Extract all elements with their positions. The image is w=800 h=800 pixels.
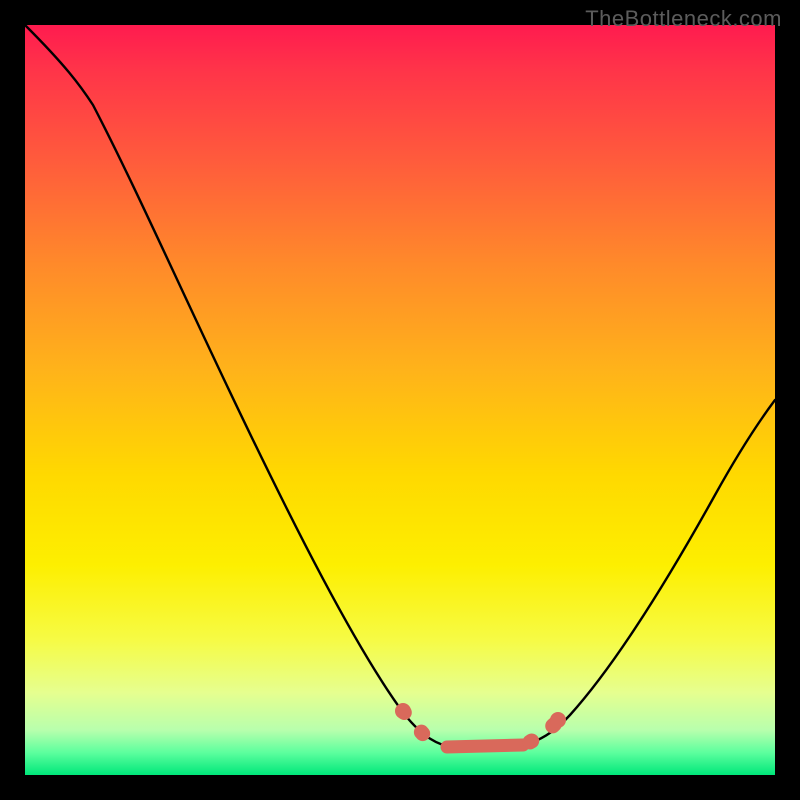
curve-path bbox=[25, 25, 775, 750]
bottleneck-curve bbox=[25, 25, 775, 775]
watermark-label: TheBottleneck.com bbox=[585, 6, 782, 32]
chart-stage: TheBottleneck.com bbox=[0, 0, 800, 800]
marker-dot bbox=[550, 712, 566, 728]
marker-dot bbox=[395, 703, 411, 719]
plot-area bbox=[25, 25, 775, 775]
optimal-flat bbox=[447, 745, 523, 747]
